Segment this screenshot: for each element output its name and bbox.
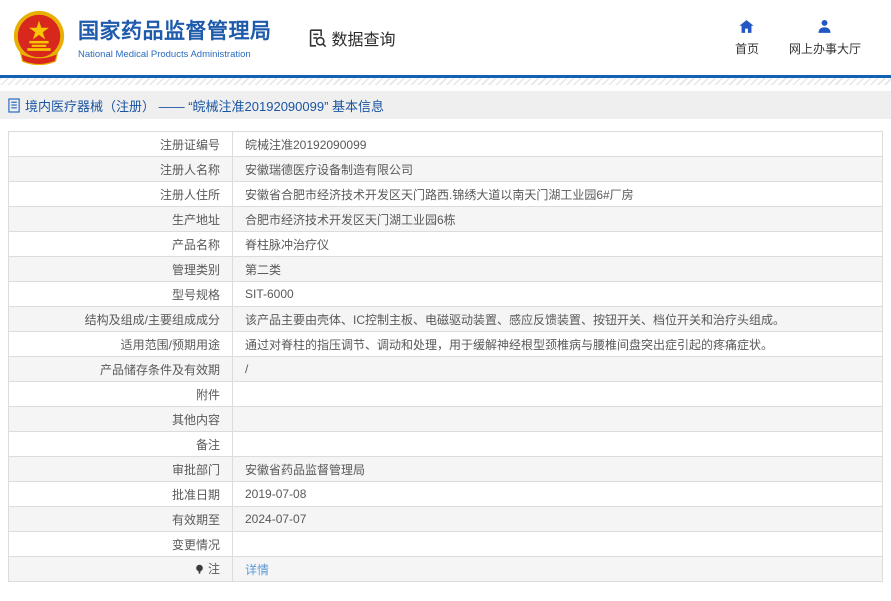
row-label: 产品储存条件及有效期 <box>8 356 233 382</box>
agency-title-block: 国家药品监督管理局 National Medical Products Admi… <box>78 15 272 60</box>
table-row: 型号规格 SIT-6000 <box>8 281 883 307</box>
registration-info-table: 注册证编号 皖械注准20192090099 注册人名称 安徽瑞德医疗设备制造有限公司注… <box>8 131 883 582</box>
table-row: 附件 <box>8 381 883 407</box>
table-row: 管理类别 第二类 <box>8 256 883 282</box>
row-label: 备注 <box>8 431 233 457</box>
row-label: 管理类别 <box>8 256 233 282</box>
table-row: 适用范围/预期用途 通过对脊柱的指压调节、调动和处理，用于缓解神经根型颈椎病与腰椎… <box>8 331 883 357</box>
row-value <box>232 531 883 557</box>
table-row: 注册证编号 皖械注准20192090099 <box>8 131 883 157</box>
row-label: 注册证编号 <box>8 131 233 157</box>
table-row: 备注 <box>8 431 883 457</box>
row-value: / <box>232 356 883 382</box>
table-row: 结构及组成/主要组成成分 该产品主要由壳体、IC控制主板、电磁驱动装置、感应反馈装… <box>8 306 883 332</box>
breadcrumb: 境内医疗器械（注册） —— “皖械注准20192090099” 基本信息 <box>0 91 891 119</box>
row-label: 生产地址 <box>8 206 233 232</box>
header: 国家药品监督管理局 National Medical Products Admi… <box>0 0 891 75</box>
row-value <box>232 431 883 457</box>
file-icon <box>8 97 21 113</box>
row-label: 注册人名称 <box>8 156 233 182</box>
row-label: 审批部门 <box>8 456 233 482</box>
table-row: 有效期至 2024-07-07 <box>8 506 883 532</box>
agency-subtitle: National Medical Products Administration <box>78 49 251 60</box>
row-label: 结构及组成/主要组成成分 <box>8 306 233 332</box>
nav-service-hall[interactable]: 网上办事大厅 <box>789 18 861 57</box>
note-icon <box>194 564 205 578</box>
row-value: SIT-6000 <box>232 281 883 307</box>
row-value: 通过对脊柱的指压调节、调动和处理，用于缓解神经根型颈椎病与腰椎间盘突出症引起的疼… <box>232 331 883 357</box>
row-value: 第二类 <box>232 256 883 282</box>
row-label: 其他内容 <box>8 406 233 432</box>
nav-home[interactable]: 首页 <box>735 18 759 57</box>
row-value: 2019-07-08 <box>232 481 883 507</box>
nav-home-label: 首页 <box>734 42 759 56</box>
row-value: 2024-07-07 <box>232 506 883 532</box>
document-search-icon <box>306 27 328 49</box>
data-query-section[interactable]: 数据查询 <box>306 26 396 50</box>
breadcrumb-text: 境内医疗器械（注册） —— “皖械注准20192090099” 基本信息 <box>25 98 385 114</box>
detail-link[interactable]: 详情 <box>245 563 269 577</box>
row-label: 注册人住所 <box>8 181 233 207</box>
row-value: 该产品主要由壳体、IC控制主板、电磁驱动装置、感应反馈装置、按钮开关、档位开关和… <box>232 306 883 332</box>
row-value: 皖械注准20192090099 <box>232 131 883 157</box>
data-query-label: 数据查询 <box>331 31 396 49</box>
table-row: 产品名称 脊柱脉冲治疗仪 <box>8 231 883 257</box>
row-value <box>232 381 883 407</box>
table-row: 生产地址 合肥市经济技术开发区天门湖工业园6栋 <box>8 206 883 232</box>
table-row: 变更情况 <box>8 531 883 557</box>
table-row: 注册人名称 安徽瑞德医疗设备制造有限公司 <box>8 156 883 182</box>
row-label: 变更情况 <box>8 531 233 557</box>
row-value <box>232 406 883 432</box>
table-row: 其他内容 <box>8 406 883 432</box>
agency-title: 国家药品监督管理局 <box>78 20 272 43</box>
row-value: 脊柱脉冲治疗仪 <box>232 231 883 257</box>
national-emblem-logo <box>10 9 68 67</box>
row-label: 型号规格 <box>8 281 233 307</box>
row-label: 有效期至 <box>8 506 233 532</box>
row-value: 安徽省药品监督管理局 <box>232 456 883 482</box>
info-table-body: 注册证编号 皖械注准20192090099 注册人名称 安徽瑞德医疗设备制造有限公司注… <box>8 131 883 582</box>
top-nav: 首页 网上办事大厅 <box>735 18 861 57</box>
nav-service-hall-label: 网上办事大厅 <box>788 42 861 56</box>
table-row: 产品储存条件及有效期 / <box>8 356 883 382</box>
row-label: 适用范围/预期用途 <box>8 331 233 357</box>
row-label: 附件 <box>8 381 233 407</box>
row-value: 安徽瑞德医疗设备制造有限公司 <box>232 156 883 182</box>
table-row: 审批部门 安徽省药品监督管理局 <box>8 456 883 482</box>
row-label: 批准日期 <box>8 481 233 507</box>
row-label-text: 注 <box>207 562 220 576</box>
home-icon <box>739 20 755 33</box>
row-label: 产品名称 <box>8 231 233 257</box>
header-stripe-pattern <box>0 78 891 85</box>
table-row: 注册人住所 安徽省合肥市经济技术开发区天门路西.锦绣大道以南天门湖工业园6#厂房 <box>8 181 883 207</box>
row-value: 合肥市经济技术开发区天门湖工业园6栋 <box>232 206 883 232</box>
table-row: 注 详情 <box>8 556 883 582</box>
row-label: 注 <box>8 556 233 582</box>
row-value: 详情 <box>232 556 883 582</box>
row-value: 安徽省合肥市经济技术开发区天门路西.锦绣大道以南天门湖工业园6#厂房 <box>232 181 883 207</box>
table-row: 批准日期 2019-07-08 <box>8 481 883 507</box>
person-icon <box>818 19 832 33</box>
